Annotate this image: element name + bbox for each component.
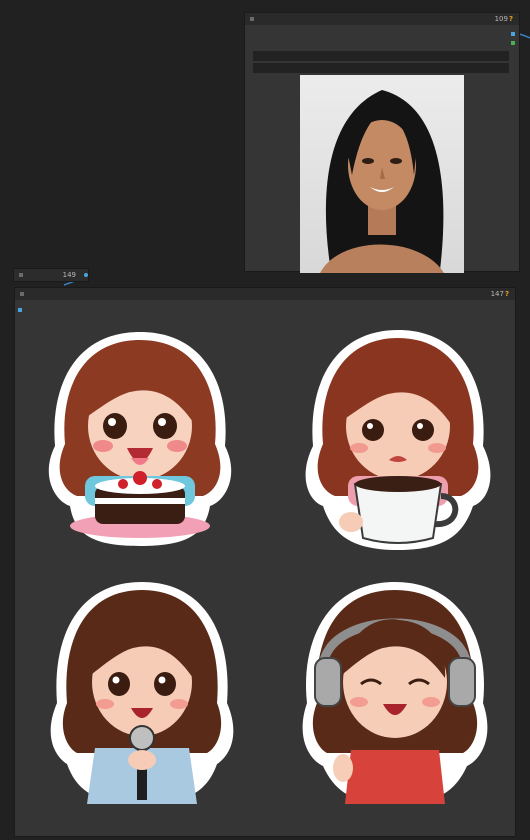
upload-widget[interactable] [253,63,509,73]
output-port-mask[interactable] [511,41,515,45]
reroute-port[interactable] [84,273,88,277]
woman-portrait [300,75,464,273]
node-header[interactable]: 109? [245,13,519,25]
collapse-toggle[interactable] [19,273,23,277]
sticker-girl-with-cake [35,326,245,556]
collapse-toggle[interactable] [20,292,24,296]
input-port-images[interactable] [18,308,22,312]
node-id-badge: 109? [494,15,513,23]
image-select-widget[interactable] [253,51,509,61]
sticker-girl-with-microphone [47,578,237,808]
preview-image-node[interactable]: 147? [14,287,516,837]
reroute-node[interactable]: 149 [13,268,89,282]
sticker-girl-with-coffee [293,326,503,556]
node-id-badge: 149 [62,271,76,279]
node-id-badge: 147? [490,290,509,298]
sticker-girl-with-headphones [295,578,495,808]
load-image-node[interactable]: 109? [244,12,520,273]
node-header[interactable]: 147? [15,288,515,300]
output-port-image[interactable] [511,32,515,36]
collapse-toggle[interactable] [250,17,254,21]
